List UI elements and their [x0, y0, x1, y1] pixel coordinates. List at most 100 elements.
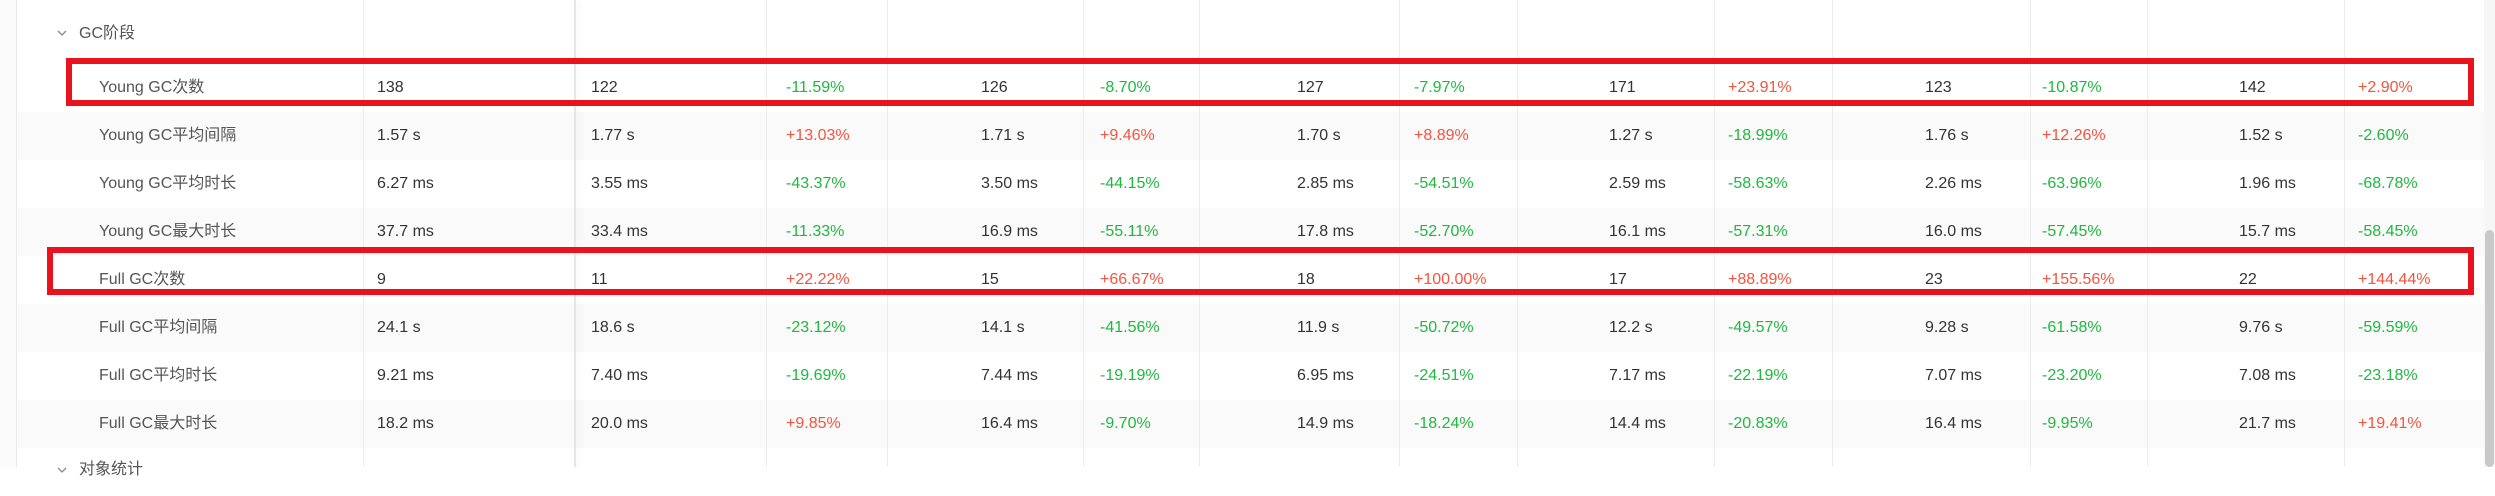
column-divider — [2344, 0, 2345, 467]
metric-name: Young GC平均时长 — [99, 175, 237, 192]
value-cell: 127 — [1297, 79, 1324, 96]
scrollbar-thumb[interactable] — [2485, 230, 2494, 467]
change-percent-cell: -20.83% — [1728, 415, 1788, 432]
value-cell: 171 — [1609, 79, 1636, 96]
value-cell: 16.4 ms — [1925, 415, 1982, 432]
change-percent-cell: -58.63% — [1728, 175, 1788, 192]
value-cell: 1.77 s — [591, 127, 635, 144]
value-cell: 11.9 s — [1297, 319, 1340, 336]
chevron-down-icon[interactable] — [57, 28, 67, 38]
table-row[interactable]: Young GC平均时长 6.27 ms 3.55 ms -43.37% 3.50 ms… — [17, 160, 2485, 209]
value-cell: 22 — [2239, 271, 2257, 288]
table-row[interactable]: Full GC平均时长 9.21 ms 7.40 ms -19.69% 7.44 ms -… — [17, 352, 2485, 401]
change-percent-cell: -57.31% — [1728, 223, 1788, 240]
change-percent-cell: -54.51% — [1414, 175, 1474, 192]
table-row[interactable]: Full GC最大时长 18.2 ms 20.0 ms +9.85% 16.4 ms -9… — [17, 400, 2485, 449]
column-divider — [766, 0, 767, 467]
table-row[interactable]: Young GC平均间隔 1.57 s 1.77 s +13.03% 1.71 s +9.… — [17, 112, 2485, 161]
value-cell: 1.70 s — [1297, 127, 1341, 144]
change-percent-cell: -2.60% — [2358, 127, 2409, 144]
change-percent-cell: +2.90% — [2358, 79, 2413, 96]
change-percent-cell: -9.95% — [2042, 415, 2093, 432]
table-row[interactable]: Full GC次数 9 11 +22.22% 15 +66.67% 18 +100.00% 17… — [17, 256, 2485, 305]
change-percent-cell: +13.03% — [786, 127, 850, 144]
change-percent-cell: -68.78% — [2358, 175, 2418, 192]
change-percent-cell: -11.33% — [786, 223, 845, 240]
change-percent-cell: +22.22% — [786, 271, 850, 288]
vertical-scrollbar[interactable] — [2484, 0, 2495, 467]
value-cell: 1.76 s — [1925, 127, 1969, 144]
metric-name: Young GC最大时长 — [99, 223, 237, 240]
column-divider — [887, 0, 888, 467]
value-cell: 9 — [377, 271, 386, 288]
table-row[interactable]: Young GC最大时长 37.7 ms 33.4 ms -11.33% 16.9 ms… — [17, 208, 2485, 257]
value-cell: 7.44 ms — [981, 367, 1038, 384]
column-divider — [1083, 0, 1084, 467]
change-percent-cell: +23.91% — [1728, 79, 1792, 96]
value-cell: 14.9 ms — [1297, 415, 1354, 432]
change-percent-cell: +100.00% — [1414, 271, 1487, 288]
value-cell: 6.27 ms — [377, 175, 434, 192]
change-percent-cell: -61.58% — [2042, 319, 2102, 336]
change-percent-cell: -23.18% — [2358, 367, 2418, 384]
value-cell: 7.07 ms — [1925, 367, 1982, 384]
value-cell: 18.2 ms — [377, 415, 434, 432]
value-cell: 33.4 ms — [591, 223, 648, 240]
change-percent-cell: -58.45% — [2358, 223, 2418, 240]
change-percent-cell: -8.70% — [1100, 79, 1151, 96]
left-panel-edge — [0, 0, 17, 467]
column-divider — [1199, 0, 1200, 467]
value-cell: 7.17 ms — [1609, 367, 1666, 384]
value-cell: 15 — [981, 271, 999, 288]
change-percent-cell: +144.44% — [2358, 271, 2431, 288]
change-percent-cell: -49.57% — [1728, 319, 1788, 336]
value-cell: 21.7 ms — [2239, 415, 2296, 432]
value-cell: 3.55 ms — [591, 175, 648, 192]
value-cell: 9.76 s — [2239, 319, 2283, 336]
change-percent-cell: -19.69% — [786, 367, 846, 384]
value-cell: 138 — [377, 79, 404, 96]
gc-comparison-table: GC阶段 Young GC次数 138 122 -11.59% 126 -8.70% 127… — [16, 0, 2485, 496]
change-percent-cell: +9.85% — [786, 415, 841, 432]
change-percent-cell: -23.12% — [786, 319, 846, 336]
value-cell: 15.7 ms — [2239, 223, 2296, 240]
value-cell: 6.95 ms — [1297, 367, 1354, 384]
value-cell: 16.0 ms — [1925, 223, 1982, 240]
change-percent-cell: -10.87% — [2042, 79, 2102, 96]
value-cell: 122 — [591, 79, 618, 96]
column-divider — [1399, 0, 1400, 467]
value-cell: 1.96 ms — [2239, 175, 2296, 192]
metric-name: Young GC次数 — [99, 79, 205, 96]
value-cell: 1.57 s — [377, 127, 421, 144]
table-row[interactable]: Full GC平均间隔 24.1 s 18.6 s -23.12% 14.1 s -41.… — [17, 304, 2485, 353]
group-row-object[interactable]: 对象统计 — [17, 448, 2485, 496]
value-cell: 9.28 s — [1925, 319, 1969, 336]
value-cell: 16.1 ms — [1609, 223, 1666, 240]
group-row-gc[interactable]: GC阶段 — [17, 0, 2485, 65]
change-percent-cell: -22.19% — [1728, 367, 1788, 384]
value-cell: 23 — [1925, 271, 1943, 288]
column-divider — [1832, 0, 1833, 467]
change-percent-cell: -57.45% — [2042, 223, 2102, 240]
metric-name: Full GC平均间隔 — [99, 319, 218, 336]
column-divider — [1517, 0, 1518, 467]
metric-name: Full GC最大时长 — [99, 415, 218, 432]
value-cell: 18.6 s — [591, 319, 635, 336]
value-cell: 1.71 s — [981, 127, 1025, 144]
change-percent-cell: -18.99% — [1728, 127, 1788, 144]
change-percent-cell: -59.59% — [2358, 319, 2418, 336]
change-percent-cell: +66.67% — [1100, 271, 1164, 288]
value-cell: 1.52 s — [2239, 127, 2283, 144]
value-cell: 16.9 ms — [981, 223, 1038, 240]
column-divider — [363, 0, 364, 467]
change-percent-cell: -7.97% — [1414, 79, 1465, 96]
column-divider — [2147, 0, 2148, 467]
change-percent-cell: -52.70% — [1414, 223, 1474, 240]
value-cell: 126 — [981, 79, 1008, 96]
metric-name: Young GC平均间隔 — [99, 127, 237, 144]
change-percent-cell: -9.70% — [1100, 415, 1151, 432]
value-cell: 24.1 s — [377, 319, 421, 336]
change-percent-cell: +88.89% — [1728, 271, 1792, 288]
change-percent-cell: -18.24% — [1414, 415, 1474, 432]
table-row[interactable]: Young GC次数 138 122 -11.59% 126 -8.70% 127 -7.97… — [17, 64, 2485, 113]
